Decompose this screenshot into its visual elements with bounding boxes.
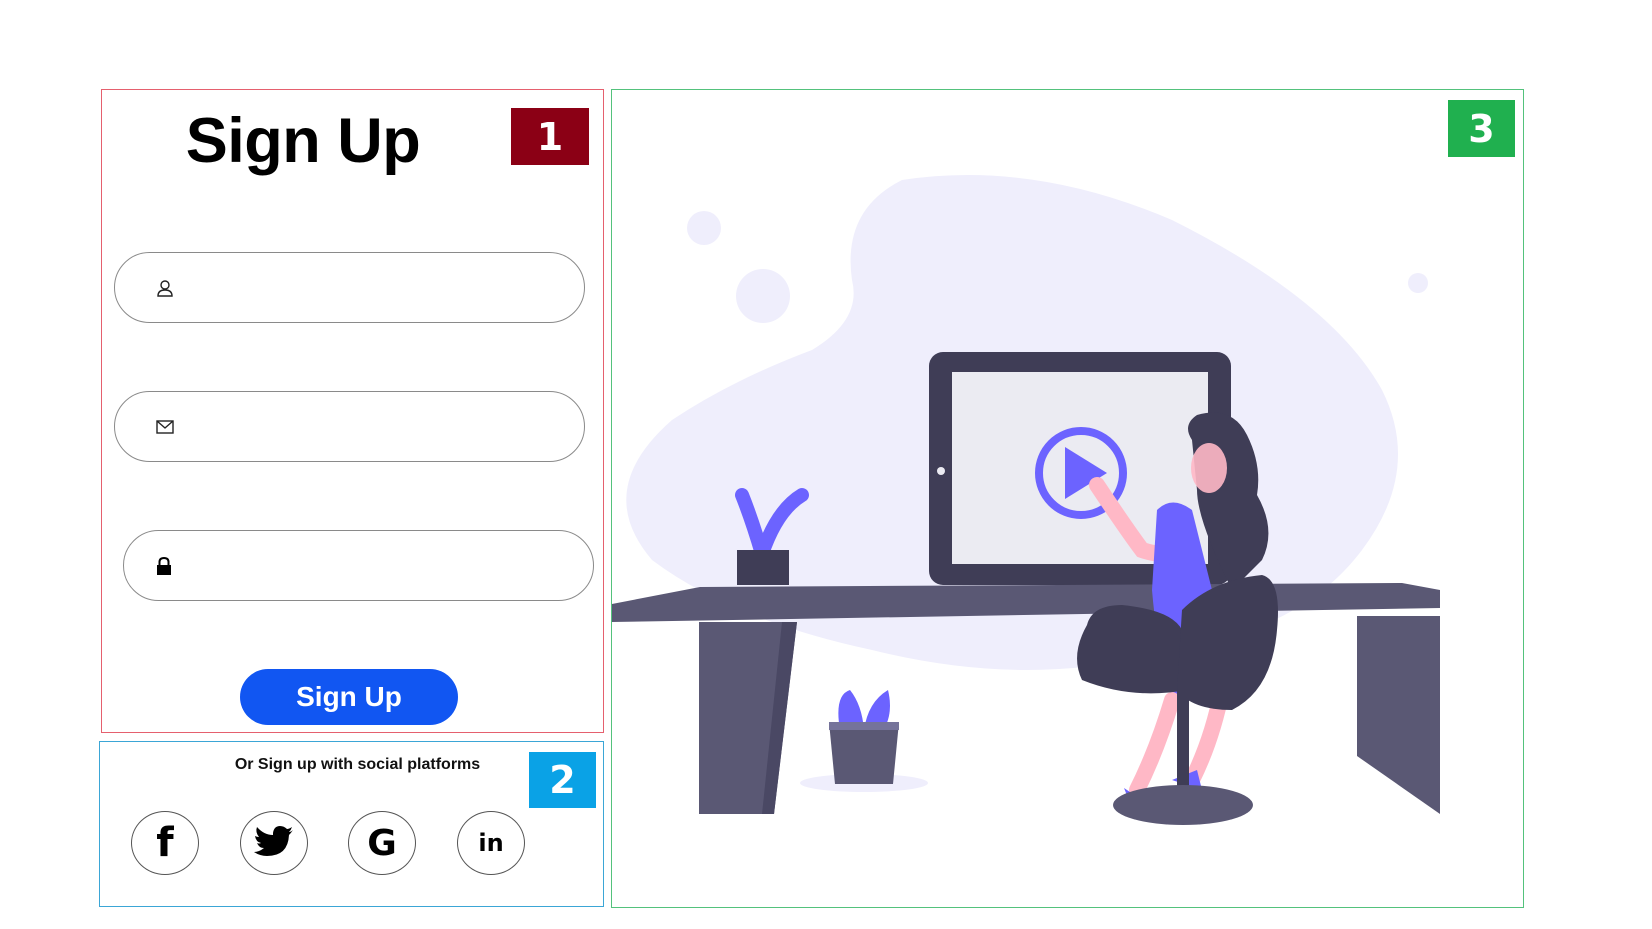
page-title: Sign Up xyxy=(185,106,421,176)
social-login-label: Or Sign up with social platforms xyxy=(234,756,481,773)
twitter-icon xyxy=(254,826,293,856)
annotation-badge-1: 1 xyxy=(511,108,589,165)
annotation-badge-2: 2 xyxy=(529,752,596,808)
chair xyxy=(1077,605,1187,694)
facebook-icon: f xyxy=(156,820,174,866)
mail-icon xyxy=(156,420,174,434)
username-input[interactable] xyxy=(195,263,559,315)
twitter-login-button[interactable] xyxy=(240,811,308,875)
google-login-button[interactable]: G xyxy=(348,811,416,875)
google-icon: G xyxy=(367,822,397,864)
lock-icon xyxy=(157,556,171,575)
sign-up-button[interactable]: Sign Up xyxy=(240,669,458,725)
bubble-decoration xyxy=(1408,273,1428,293)
bubble-decoration xyxy=(736,269,790,323)
password-field[interactable] xyxy=(123,530,594,601)
video-watching-illustration xyxy=(612,175,1440,825)
bubble-decoration xyxy=(687,211,721,245)
facebook-login-button[interactable]: f xyxy=(131,811,199,875)
linkedin-icon: in xyxy=(478,829,504,857)
email-field[interactable] xyxy=(114,391,585,462)
username-field[interactable] xyxy=(114,252,585,323)
email-input[interactable] xyxy=(195,402,559,454)
linkedin-login-button[interactable]: in xyxy=(457,811,525,875)
password-input[interactable] xyxy=(204,541,568,593)
user-icon xyxy=(157,280,173,297)
